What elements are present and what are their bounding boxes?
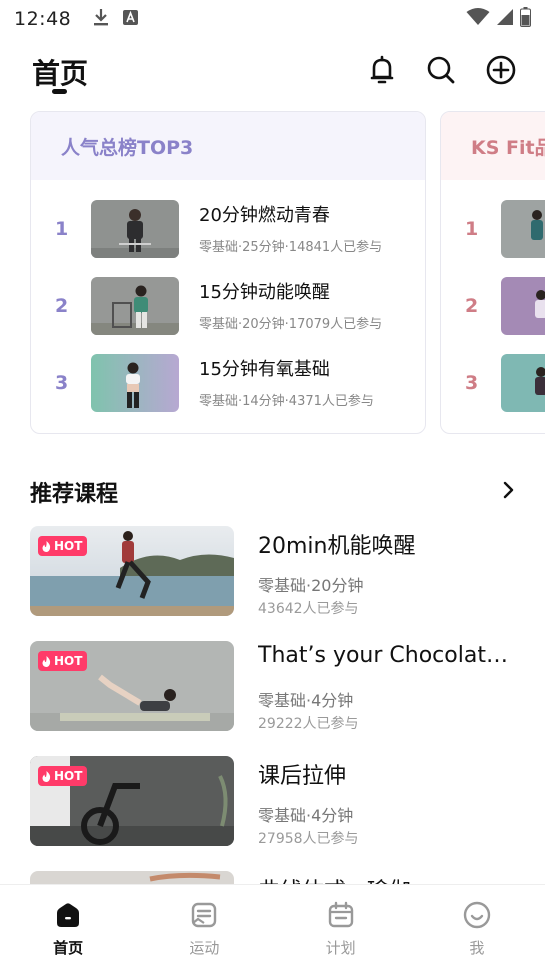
tab-home[interactable]: 首页: [0, 885, 136, 970]
course-participants: 29222人已参与: [258, 716, 359, 732]
recommend-section-header: 推荐课程: [30, 476, 520, 508]
course-item[interactable]: HOT 20min机能唤醒 零基础·20分钟 43642人已参与: [30, 526, 520, 618]
course-participants: 43642人已参与: [258, 601, 359, 617]
signal-icon: [496, 8, 514, 30]
ranking-carousel[interactable]: 人气总榜TOP3 1 20分钟燃动青春 零基础·25分钟·14841人已参与 2…: [30, 111, 545, 434]
course-thumbnail: HOT: [30, 526, 234, 616]
hot-badge: HOT: [38, 766, 88, 786]
course-meta: 零基础·20分钟: [258, 576, 364, 595]
rank-thumbnail: [91, 354, 179, 412]
course-title: 20min机能唤醒: [258, 534, 416, 559]
wifi-icon: [466, 8, 490, 30]
battery-icon: [520, 7, 531, 31]
tab-me[interactable]: 我: [409, 885, 545, 970]
rank-thumbnail: [501, 200, 545, 258]
section-title: 推荐课程: [30, 482, 119, 507]
bell-icon[interactable]: [366, 54, 398, 86]
course-title: 课后拉伸: [258, 764, 347, 789]
rank-number: 2: [465, 295, 479, 317]
sport-icon: [190, 901, 218, 933]
rank-number: 3: [465, 372, 479, 394]
rank-course-meta: 零基础·14分钟·4371人已参与: [199, 394, 374, 409]
tab-label: 运动: [189, 939, 220, 957]
rank-row[interactable]: 3: [441, 354, 545, 414]
tab-label: 我: [469, 939, 485, 957]
tab-plan[interactable]: 计划: [273, 885, 409, 970]
flame-icon: [42, 655, 51, 667]
rank-course-title: 15分钟动能唤醒: [199, 282, 330, 303]
download-icon: [93, 8, 109, 30]
rank-card-title: 人气总榜TOP3: [61, 136, 194, 159]
rank-card-header: 人气总榜TOP3: [31, 112, 425, 180]
tab-label: 计划: [325, 939, 356, 957]
hot-badge: HOT: [38, 536, 88, 556]
rank-card-title: KS Fit品: [471, 136, 545, 159]
rank-course-title: 15分钟有氧基础: [199, 359, 330, 380]
course-title: That’s your Chocolate Ca: [258, 643, 520, 668]
rank-thumbnail: [91, 200, 179, 258]
flame-icon: [42, 540, 51, 552]
course-item[interactable]: HOT 课后拉伸 零基础·4分钟 27958人已参与: [30, 756, 520, 848]
rank-card-header: KS Fit品: [441, 112, 545, 180]
course-meta: 零基础·4分钟: [258, 806, 354, 825]
rank-number: 3: [55, 372, 69, 394]
title-indicator: [52, 89, 67, 94]
calendar-icon: [327, 901, 355, 933]
tab-label: 首页: [53, 939, 84, 957]
course-item[interactable]: HOT That’s your Chocolate Ca 零基础·4分钟 292…: [30, 641, 520, 733]
status-time: 12:48: [14, 8, 72, 30]
home-icon: [54, 901, 82, 933]
rank-number: 2: [55, 295, 69, 317]
tab-sport[interactable]: 运动: [136, 885, 272, 970]
page-title: 首页: [32, 57, 89, 90]
flame-icon: [42, 770, 51, 782]
rank-course-meta: 零基础·25分钟·14841人已参与: [199, 240, 383, 255]
rank-row[interactable]: 2: [441, 277, 545, 337]
chevron-right-icon[interactable]: [496, 478, 520, 502]
rank-number: 1: [55, 218, 69, 240]
rank-card-popular[interactable]: 人气总榜TOP3 1 20分钟燃动青春 零基础·25分钟·14841人已参与 2…: [30, 111, 426, 434]
rank-card-ksfit[interactable]: KS Fit品 1 2 3: [440, 111, 545, 434]
course-participants: 27958人已参与: [258, 831, 359, 847]
profile-icon: [463, 901, 491, 933]
rank-course-meta: 零基础·20分钟·17079人已参与: [199, 317, 383, 332]
rank-thumbnail: [501, 277, 545, 335]
rank-course-title: 20分钟燃动青春: [199, 205, 330, 226]
rank-row[interactable]: 1 20分钟燃动青春 零基础·25分钟·14841人已参与: [31, 200, 425, 260]
bottom-tab-bar: 首页 运动 计划 我: [0, 884, 545, 970]
course-meta: 零基础·4分钟: [258, 691, 354, 710]
course-thumbnail: HOT: [30, 641, 234, 731]
hot-badge: HOT: [38, 651, 88, 671]
add-icon[interactable]: [485, 54, 517, 86]
rank-thumbnail: [91, 277, 179, 335]
status-bar: 12:48: [0, 0, 545, 38]
top-header: 首页: [0, 44, 545, 100]
rank-thumbnail: [501, 354, 545, 412]
rank-row[interactable]: 3 15分钟有氧基础 零基础·14分钟·4371人已参与: [31, 354, 425, 414]
rank-row[interactable]: 1: [441, 200, 545, 260]
rank-row[interactable]: 2 15分钟动能唤醒 零基础·20分钟·17079人已参与: [31, 277, 425, 337]
course-thumbnail: HOT: [30, 756, 234, 846]
search-icon[interactable]: [425, 54, 457, 86]
a-notification-icon: [123, 9, 139, 29]
rank-number: 1: [465, 218, 479, 240]
